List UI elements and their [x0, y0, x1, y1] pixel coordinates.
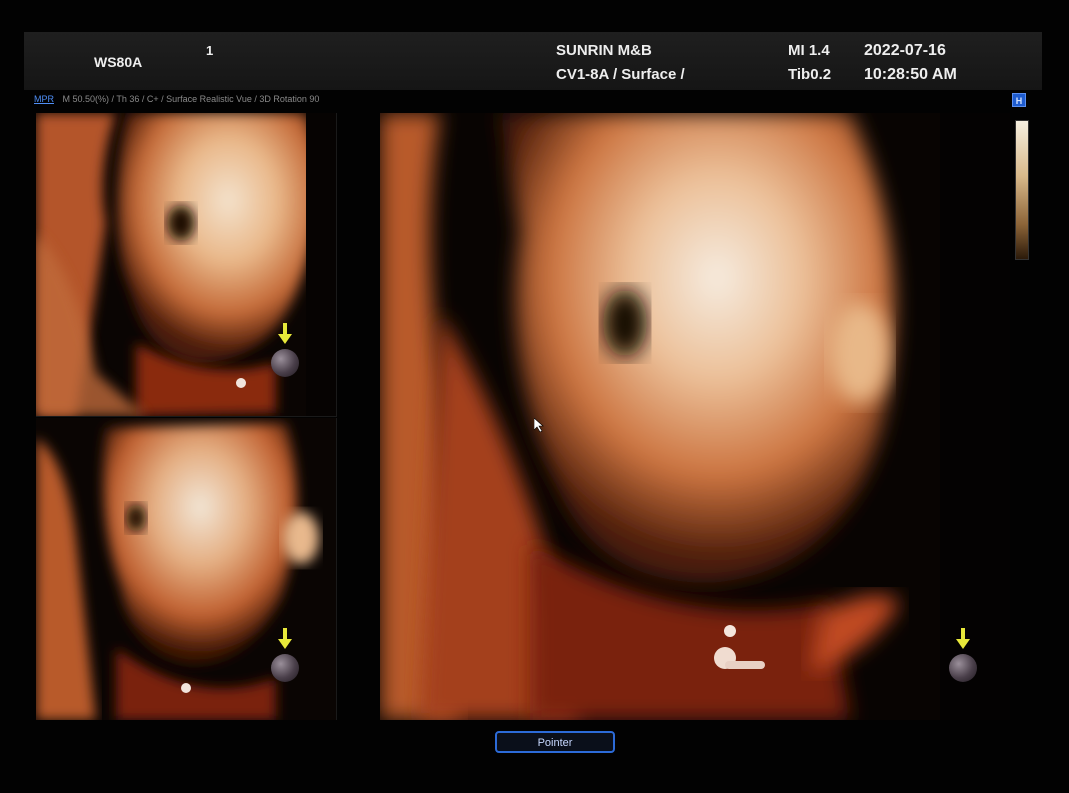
arrow-down-icon	[278, 323, 292, 344]
rendering-view-main[interactable]	[380, 113, 1010, 720]
arrow-down-icon	[956, 628, 970, 649]
ultrasound-screen: WS80A 1 SUNRIN M&B CV1-8A / Surface / MI…	[0, 0, 1069, 793]
render-parameters: M 50.50(%) / Th 36 / C+ / Surface Realis…	[62, 94, 320, 104]
pointer-button[interactable]: Pointer	[495, 731, 615, 753]
exam-date: 2022-07-16	[864, 42, 946, 59]
light-source-marker[interactable]	[270, 628, 300, 684]
mechanical-index: MI 1.4	[788, 42, 830, 59]
gray-scale-bar	[1015, 120, 1029, 260]
light-source-marker[interactable]	[270, 323, 300, 379]
rendering-view-bottom-left[interactable]	[36, 418, 337, 720]
thermal-index: Tib0.2	[788, 66, 832, 83]
status-line: MPR M 50.50(%) / Th 36 / C+ / Surface Re…	[34, 94, 1034, 108]
probe-preset: CV1-8A / Surface /	[556, 66, 685, 83]
arrow-down-icon	[278, 628, 292, 649]
rendering-view-top-left[interactable]	[36, 113, 337, 417]
mouse-cursor-icon	[534, 418, 544, 432]
header-bar: WS80A 1 SUNRIN M&B CV1-8A / Surface / MI…	[24, 32, 1042, 90]
hospital-name: SUNRIN M&B	[556, 42, 652, 59]
machine-model: WS80A	[94, 54, 143, 70]
light-source-sphere-icon	[949, 654, 977, 682]
light-source-sphere-icon	[271, 349, 299, 377]
h-mode-badge[interactable]: H	[1012, 93, 1026, 107]
exam-time: 10:28:50 AM	[864, 66, 957, 83]
light-source-marker[interactable]	[948, 628, 978, 684]
light-source-sphere-icon	[271, 654, 299, 682]
fetal-face-rendering-large	[380, 113, 1010, 720]
mpr-mode-link[interactable]: MPR	[34, 94, 54, 104]
image-number: 1	[206, 43, 214, 58]
